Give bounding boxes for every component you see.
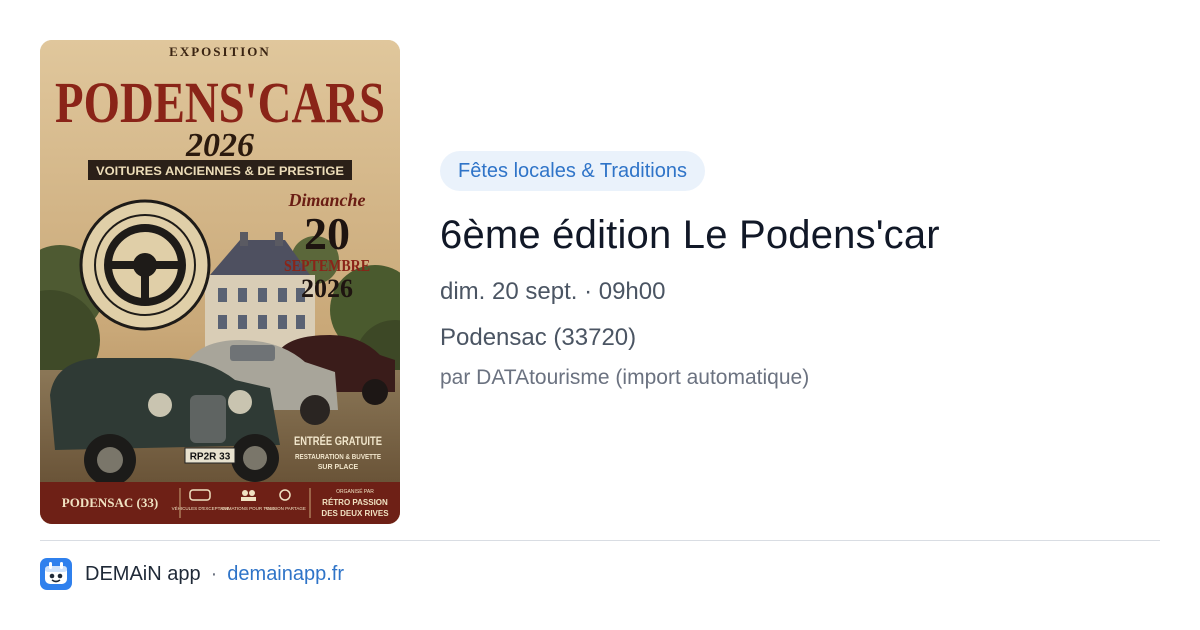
poster-town: PODENSAC (33) (62, 495, 158, 510)
footer-separator: · (210, 562, 218, 585)
poster-date-year: 2026 (301, 274, 353, 303)
poster-organizer-1: RÉTRO PASSION (322, 498, 388, 507)
category-badge[interactable]: Fêtes locales & Traditions (440, 151, 705, 191)
app-logo-icon[interactable] (40, 558, 72, 590)
footer-divider (40, 540, 1160, 541)
poster-year: 2026 (185, 127, 254, 164)
poster-month: SEPTEMBRE (284, 256, 370, 275)
poster-organizer-label: ORGANISÉ PAR (336, 488, 374, 495)
event-source: par DATAtourisme (import automatique) (440, 366, 810, 389)
event-datetime: dim. 20 sept. · 09h00 (440, 278, 666, 305)
poster-date-number: 20 (304, 208, 350, 259)
event-poster[interactable]: RP2R 33 EXPOSITION PODENS'CARS 2026 VOIT… (40, 40, 400, 524)
poster-entry-detail-1: RESTAURATION & BUVETTE (295, 454, 381, 461)
poster-subtitle: VOITURES ANCIENNES & DE PRESTIGE (96, 164, 344, 178)
app-name: DEMAiN app (85, 562, 201, 585)
poster-feature-3: PASSION PARTAGE (264, 506, 306, 511)
poster-organizer-2: DES DEUX RIVES (321, 509, 389, 518)
steering-wheel-icon (79, 199, 211, 331)
event-place: Podensac (33720) (440, 324, 637, 351)
license-plate: RP2R 33 (190, 452, 231, 463)
poster-entry: ENTRÉE GRATUITE (294, 433, 382, 448)
poster-brand: PODENS'CARS (55, 70, 385, 135)
footer: DEMAiN app · demainapp.fr (40, 558, 344, 590)
event-info: Fêtes locales & Traditions 6ème édition … (440, 151, 1160, 391)
poster-entry-detail-2: SUR PLACE (318, 464, 359, 471)
poster-top-label: EXPOSITION (169, 44, 271, 59)
poster-day: Dimanche (287, 190, 365, 210)
app-website-link[interactable]: demainapp.fr (227, 563, 344, 586)
event-title[interactable]: 6ème édition Le Podens'car (440, 211, 1160, 259)
